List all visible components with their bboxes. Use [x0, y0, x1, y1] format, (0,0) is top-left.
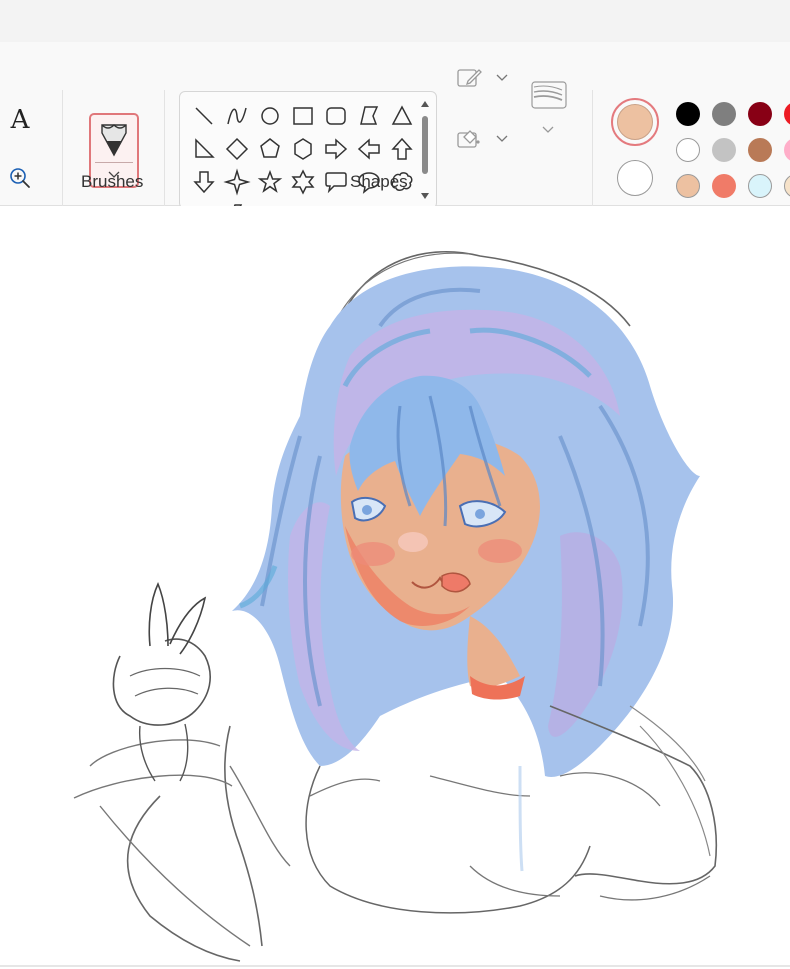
- scroll-thumb[interactable]: [422, 116, 428, 174]
- shapes-group-label: Shapes: [350, 172, 408, 191]
- palette-color-swatch[interactable]: [676, 138, 700, 162]
- text-tool-button[interactable]: A: [6, 102, 34, 138]
- magnifier-plus-icon: [10, 168, 30, 188]
- triangle-shape-icon[interactable]: [388, 102, 416, 130]
- chevron-down-icon: [542, 126, 554, 133]
- palette-color-swatch[interactable]: [784, 138, 790, 162]
- palette-color-swatch[interactable]: [676, 174, 700, 198]
- artwork-drawing: [73, 251, 718, 962]
- brush-divider: [95, 162, 133, 163]
- arrow-up-shape-icon[interactable]: [388, 135, 416, 163]
- polygon-shape-icon[interactable]: [355, 102, 383, 130]
- pencil-outline-icon: [457, 69, 482, 87]
- shapes-scrollbar[interactable]: [420, 100, 430, 200]
- title-bar: [0, 0, 790, 42]
- palette-color-swatch[interactable]: [712, 174, 736, 198]
- fill-bucket-icon: [457, 130, 480, 148]
- curve-shape-icon[interactable]: [223, 102, 251, 130]
- chevron-down-icon: [496, 135, 508, 142]
- magnifier-button[interactable]: [6, 164, 34, 192]
- palette-color-swatch[interactable]: [712, 102, 736, 126]
- ribbon-toolbar: A Brushes Shapes: [0, 42, 790, 240]
- stroke-size-dropdown[interactable]: [526, 78, 572, 142]
- pentagon-shape-icon[interactable]: [256, 135, 284, 163]
- palette-color-swatch[interactable]: [676, 102, 700, 126]
- palette-color-swatch[interactable]: [784, 174, 790, 198]
- arrow-right-shape-icon[interactable]: [322, 135, 350, 163]
- oval-shape-icon[interactable]: [256, 102, 284, 130]
- star-five-shape-icon[interactable]: [256, 168, 284, 196]
- secondary-color-selector[interactable]: [617, 160, 653, 196]
- diamond-shape-icon[interactable]: [223, 135, 251, 163]
- rounded-rectangle-shape-icon[interactable]: [322, 102, 350, 130]
- palette-color-swatch[interactable]: [748, 174, 772, 198]
- arrow-down-shape-icon[interactable]: [190, 168, 218, 196]
- callout-rectangle-shape-icon[interactable]: [322, 168, 350, 196]
- palette-color-swatch[interactable]: [712, 138, 736, 162]
- primary-color-fill: [617, 104, 653, 140]
- hexagon-shape-icon[interactable]: [289, 135, 317, 163]
- palette-color-swatch[interactable]: [784, 102, 790, 126]
- chevron-down-icon: [496, 74, 508, 81]
- brushes-group-label: Brushes: [81, 172, 144, 191]
- shape-fill-dropdown[interactable]: [454, 125, 508, 161]
- shape-outline-dropdown[interactable]: [454, 64, 508, 100]
- canvas-bottom-edge: [0, 965, 790, 967]
- star-six-shape-icon[interactable]: [289, 168, 317, 196]
- scroll-down-icon[interactable]: [420, 192, 430, 200]
- text-icon: A: [10, 105, 30, 135]
- drawing-canvas[interactable]: [0, 206, 790, 969]
- primary-color-selector[interactable]: [611, 98, 659, 146]
- stroke-size-icon: [531, 81, 567, 109]
- scroll-up-icon[interactable]: [420, 100, 430, 108]
- palette-color-swatch[interactable]: [748, 138, 772, 162]
- line-shape-icon[interactable]: [190, 102, 218, 130]
- right-triangle-shape-icon[interactable]: [190, 135, 218, 163]
- brush-pencil-icon: [101, 124, 127, 157]
- arrow-left-shape-icon[interactable]: [355, 135, 383, 163]
- palette-color-swatch[interactable]: [748, 102, 772, 126]
- star-four-shape-icon[interactable]: [223, 168, 251, 196]
- rectangle-shape-icon[interactable]: [289, 102, 317, 130]
